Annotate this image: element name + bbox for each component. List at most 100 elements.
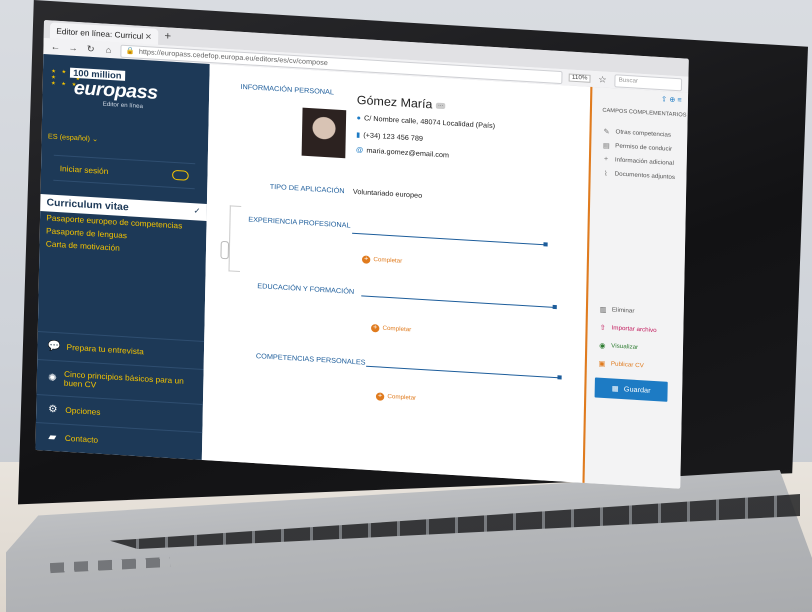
email-text: maria.gomez@email.com bbox=[366, 147, 450, 160]
lock-icon: 🔒 bbox=[125, 47, 135, 56]
message-icon: ▰ bbox=[48, 431, 57, 444]
pin-icon[interactable]: ⊕ bbox=[669, 97, 677, 104]
menu-icon[interactable]: ≡ bbox=[677, 97, 683, 104]
email-icon: @ bbox=[355, 146, 364, 155]
trash-icon: ▥ bbox=[599, 306, 607, 315]
action-label: Publicar CV bbox=[610, 361, 644, 370]
section-divider-knob bbox=[557, 375, 562, 380]
login-button[interactable]: Iniciar sesión bbox=[53, 154, 196, 190]
section-divider bbox=[352, 232, 545, 246]
add-other-skills[interactable]: ✎ Otras competencias bbox=[602, 128, 672, 140]
cv-editor: INFORMACIÓN PERSONAL Gómez María ⋯ ● C/ … bbox=[201, 63, 591, 483]
publish-cv-button[interactable]: ▣ Publicar CV bbox=[597, 360, 644, 371]
work-experience-label: EXPERIENCIA PROFESIONAL bbox=[248, 216, 351, 230]
complete-skills-button[interactable]: + Completar bbox=[375, 392, 417, 402]
profile-photo[interactable] bbox=[301, 107, 347, 159]
sidebar: ★ ★ ★ ★ ★ ★ ★ ★ 100 million europass Edito… bbox=[35, 54, 210, 460]
add-additional-info[interactable]: + Información adicional bbox=[601, 156, 674, 167]
action-label: Importar archivo bbox=[611, 325, 657, 335]
phone-icon: ▮ bbox=[356, 131, 361, 140]
application-type-value[interactable]: Voluntariado europeo bbox=[353, 189, 422, 200]
brand-name: europass bbox=[73, 77, 158, 104]
drag-handle[interactable] bbox=[220, 240, 230, 260]
europass-app: ★ ★ ★ ★ ★ ★ ★ ★ 100 million europass Edito… bbox=[35, 54, 689, 489]
cv-phone[interactable]: ▮ (+34) 123 456 789 bbox=[356, 131, 423, 143]
complete-label: Completar bbox=[382, 325, 412, 334]
delete-button[interactable]: ▥ Eliminar bbox=[598, 306, 635, 316]
home-icon[interactable]: ⌂ bbox=[103, 45, 115, 56]
editor-label: Editor en línea bbox=[102, 101, 144, 111]
check-icon: ✓ bbox=[193, 206, 201, 216]
close-tab-icon[interactable]: ✕ bbox=[145, 32, 152, 41]
section-bracket bbox=[228, 205, 242, 273]
edit-badge-icon[interactable]: ⋯ bbox=[435, 102, 446, 109]
sidebar-item-label: Prepara tu entrevista bbox=[66, 342, 144, 357]
save-icon: ▦ bbox=[611, 385, 619, 393]
action-label: Visualizar bbox=[611, 343, 639, 351]
cv-name-text: Gómez María bbox=[356, 92, 433, 112]
complete-label: Completar bbox=[373, 257, 403, 265]
upload-icon: ⇧ bbox=[599, 324, 606, 333]
lightbulb-icon: ✺ bbox=[47, 372, 57, 384]
add-driving-licence[interactable]: ▤ Permiso de conducir bbox=[602, 142, 673, 154]
save-label: Guardar bbox=[623, 385, 651, 395]
complete-education-button[interactable]: + Completar bbox=[370, 323, 412, 334]
cv-name[interactable]: Gómez María ⋯ bbox=[357, 93, 446, 112]
action-label: Eliminar bbox=[611, 307, 635, 315]
chat-icon: 💬 bbox=[47, 340, 61, 353]
section-divider bbox=[366, 365, 559, 379]
sidebar-item-label: Opciones bbox=[65, 405, 101, 417]
personal-info-label: INFORMACIÓN PERSONAL bbox=[240, 83, 335, 97]
forward-icon[interactable]: → bbox=[67, 42, 79, 53]
import-file-button[interactable]: ⇧ Importar archivo bbox=[598, 324, 657, 336]
language-label: ES (español) bbox=[47, 133, 91, 143]
right-panel: ⇪⊕≡ CAMPOS COMPLEMENTARIOS ✎ Otras compe… bbox=[582, 86, 689, 489]
chevron-down-icon: ⌄ bbox=[91, 136, 99, 144]
tab-title: Editor en línea: Curricul bbox=[56, 26, 144, 41]
panel-item-label: Otras competencias bbox=[615, 129, 672, 139]
panel-item-label: Documentos adjuntos bbox=[614, 171, 676, 182]
panel-item-label: Información adicional bbox=[614, 156, 674, 167]
plus-icon: + bbox=[375, 392, 385, 401]
complementary-fields-heading: CAMPOS COMPLEMENTARIOS bbox=[602, 107, 687, 119]
add-attachments[interactable]: ⌇ Documentos adjuntos bbox=[601, 170, 675, 182]
sidebar-item-label: Cinco principios básicos para un buen CV bbox=[63, 369, 184, 390]
paperclip-icon: ⌇ bbox=[603, 170, 608, 178]
back-icon[interactable]: ← bbox=[50, 41, 62, 52]
cv-address[interactable]: ● C/ Nombre calle, 48074 Localidad (País… bbox=[356, 115, 495, 130]
gear-icon: ⚙ bbox=[48, 403, 58, 416]
plus-icon: + bbox=[361, 255, 371, 264]
wrench-icon: ✎ bbox=[603, 128, 610, 137]
reload-icon[interactable]: ↻ bbox=[85, 43, 97, 55]
complete-experience-button[interactable]: + Completar bbox=[361, 255, 403, 265]
zoom-level[interactable]: 110% bbox=[568, 73, 591, 83]
panel-item-label: Permiso de conducir bbox=[615, 143, 673, 153]
cv-email[interactable]: @ maria.gomez@email.com bbox=[356, 147, 449, 160]
section-divider-knob bbox=[543, 242, 548, 247]
bookmark-icon[interactable]: ☆ bbox=[597, 74, 609, 86]
car-icon: ▤ bbox=[602, 142, 610, 151]
personal-skills-label: COMPETENCIAS PERSONALES bbox=[255, 353, 366, 367]
section-divider-knob bbox=[552, 304, 557, 310]
laptop-screen: Editor en línea: Curricul ✕ + ← → ↻ ⌂ 🔒 … bbox=[35, 20, 689, 489]
phone-text: (+34) 123 456 789 bbox=[363, 131, 424, 143]
preview-button[interactable]: ◉ Visualizar bbox=[598, 342, 639, 352]
panel-tools: ⇪⊕≡ bbox=[661, 95, 684, 104]
cloud-icon bbox=[172, 169, 189, 181]
plus-icon: + bbox=[370, 323, 380, 333]
application-type-label: TIPO DE APLICACIÓN bbox=[269, 183, 345, 196]
education-label: EDUCACIÓN Y FORMACIÓN bbox=[257, 283, 355, 296]
sidebar-bottom: 💬 Prepara tu entrevista ✺ Cinco principi… bbox=[35, 331, 205, 460]
save-button[interactable]: ▦ Guardar bbox=[594, 377, 668, 402]
login-label: Iniciar sesión bbox=[59, 163, 109, 176]
new-tab-icon[interactable]: + bbox=[164, 30, 171, 42]
complete-label: Completar bbox=[387, 394, 417, 402]
location-pin-icon: ● bbox=[356, 114, 361, 123]
sidebar-item-label: Contacto bbox=[64, 433, 99, 445]
sidebar-item-label: Curriculum vitae bbox=[46, 197, 129, 214]
plus-icon: + bbox=[603, 155, 609, 163]
search-placeholder: Buscar bbox=[618, 77, 639, 85]
europass-logo[interactable]: ★ ★ ★ ★ ★ ★ ★ ★ 100 million europass Edito… bbox=[42, 54, 210, 126]
eye-icon: ◉ bbox=[599, 342, 606, 351]
share-icon[interactable]: ⇪ bbox=[661, 96, 669, 103]
